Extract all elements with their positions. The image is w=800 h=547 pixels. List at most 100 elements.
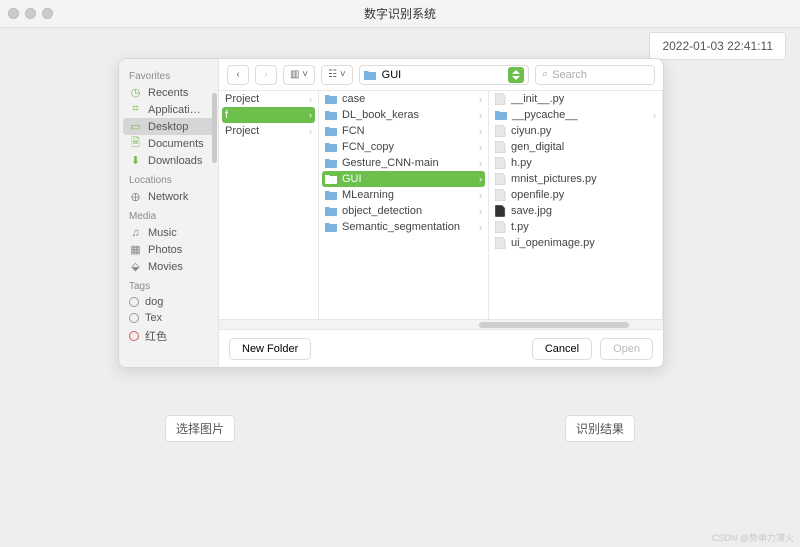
list-item-label: DL_book_keras [342,109,419,121]
list-item[interactable]: __init__.py [489,91,662,107]
file-icon [495,125,506,137]
sidebar-item-network[interactable]: 🜨Network [119,188,218,205]
view-columns-button[interactable]: ▥ ˅ [283,65,315,85]
list-item-label: FCN_copy [342,141,394,153]
search-icon: ⌕ [542,68,548,81]
list-item-label: MLearning [342,189,394,201]
list-item[interactable]: FCN_copy › [319,139,488,155]
close-icon[interactable] [8,8,19,19]
list-item[interactable]: t.py [489,219,662,235]
sidebar-item-downloads[interactable]: ⬇Downloads [119,152,218,169]
list-item-label: h.py [511,157,532,169]
list-item[interactable]: DL_book_keras › [319,107,488,123]
group-button[interactable]: ☷ ˅ [321,65,353,85]
sidebar-item-label: Documents [148,138,204,150]
list-item[interactable]: Project› [219,123,318,139]
sidebar-item-music[interactable]: ♫Music [119,224,218,241]
doc-icon: 🗎 [129,137,142,150]
list-item[interactable]: ciyun.py [489,123,662,139]
file-icon [495,173,506,185]
forward-button[interactable]: › [255,65,277,85]
folder-icon [325,142,337,152]
app-titlebar: 数字识别系统 [0,0,800,28]
list-item[interactable]: case› [319,91,488,107]
sidebar-heading: Media [119,205,218,224]
list-item-label: Project [225,125,259,137]
path-stepper-icon[interactable] [508,67,524,83]
minimize-icon[interactable] [25,8,36,19]
sidebar-item-documents[interactable]: 🗎 Documents [119,135,218,152]
list-item[interactable]: ui_openimage.py [489,235,662,251]
list-item[interactable]: __pycache__› [489,107,662,123]
movie-icon: ⬙ [129,260,142,273]
list-item-label: Project [225,93,259,105]
column-1[interactable]: case›DL_book_keras›FCN›FCN_copy›Gesture_… [319,91,489,329]
list-item[interactable]: Project › [219,91,318,107]
chevron-right-icon: › [309,94,312,104]
list-item[interactable]: h.py [489,155,662,171]
new-folder-button[interactable]: New Folder [229,338,311,360]
sidebar-item-label: 红色 [145,328,167,344]
list-item-label: __pycache__ [512,109,577,121]
sidebar-item-红色[interactable]: 红色 [119,326,218,346]
sidebar-item-tex[interactable]: Tex [119,310,218,326]
sidebar-scrollbar[interactable] [212,63,217,283]
dialog-footer: New Folder Cancel Open [219,329,663,367]
list-item[interactable]: object_detection› [319,203,488,219]
sidebar-item-dog[interactable]: dog [119,294,218,310]
down-icon: ⬇ [129,154,142,167]
path-control[interactable]: GUI [359,65,529,85]
folder-icon [325,110,337,120]
list-item[interactable]: Gesture_CNN-main› [319,155,488,171]
sidebar-item-label: Music [148,227,177,239]
column-0[interactable]: Project›f›Project› [219,91,319,329]
chevron-right-icon: › [479,142,482,152]
globe-icon: 🜨 [129,190,142,203]
sidebar-item-label: dog [145,296,163,308]
apps-icon: ⌗ [129,103,142,116]
chevron-right-icon: › [479,174,482,184]
list-item-label: gen_digital [511,141,564,153]
search-field[interactable]: ⌕ Search [535,65,655,85]
open-button[interactable]: Open [600,338,653,360]
list-item[interactable]: mnist_pictures.py [489,171,662,187]
list-item[interactable]: Semantic_segmentation› [319,219,488,235]
column-browser: Project›f›Project› case›DL_book_keras›FC… [219,91,663,329]
photo-icon: ▦ [129,243,142,256]
list-item[interactable]: f› [222,107,315,123]
list-item[interactable]: FCN › [319,123,488,139]
sidebar-item-recents[interactable]: ◷Recents [119,84,218,101]
folder-icon [325,222,337,232]
list-item[interactable]: MLearning› [319,187,488,203]
list-item[interactable]: save.jpg [489,203,662,219]
list-item-label: mnist_pictures.py [511,173,597,185]
sidebar-item-label: Movies [148,261,183,273]
result-button[interactable]: 识别结果 [565,415,635,442]
chevron-right-icon: › [479,110,482,120]
chevron-right-icon: › [479,126,482,136]
sidebar-item-applicati…[interactable]: ⌗Applicati… [119,101,218,118]
select-image-button[interactable]: 选择图片 [165,415,235,442]
list-item-label: FCN [342,125,365,137]
list-item-label: __init__.py [511,93,564,105]
tag-dot-icon [129,313,139,323]
cancel-button[interactable]: Cancel [532,338,592,360]
list-item-label: case [342,93,365,105]
sidebar-item-movies[interactable]: ⬙ Movies [119,258,218,275]
sidebar-item-photos[interactable]: ▦Photos [119,241,218,258]
back-button[interactable]: ‹ [227,65,249,85]
column-2[interactable]: __init__.py __pycache__›ciyun.py gen_digit… [489,91,663,329]
maximize-icon[interactable] [42,8,53,19]
list-item[interactable]: openfile.py [489,187,662,203]
sidebar: Favorites◷Recents⌗Applicati…▭Desktop 🗎 Doc… [119,59,219,367]
list-item[interactable]: GUI› [322,171,485,187]
folder-icon [325,174,337,184]
horizontal-scrollbar[interactable] [219,319,663,329]
sidebar-heading: Favorites [119,65,218,84]
chevron-right-icon: › [479,206,482,216]
search-placeholder: Search [552,69,587,81]
traffic-lights [8,8,53,19]
sidebar-item-desktop[interactable]: ▭Desktop [123,118,214,135]
folder-icon [364,70,376,80]
list-item[interactable]: gen_digital [489,139,662,155]
